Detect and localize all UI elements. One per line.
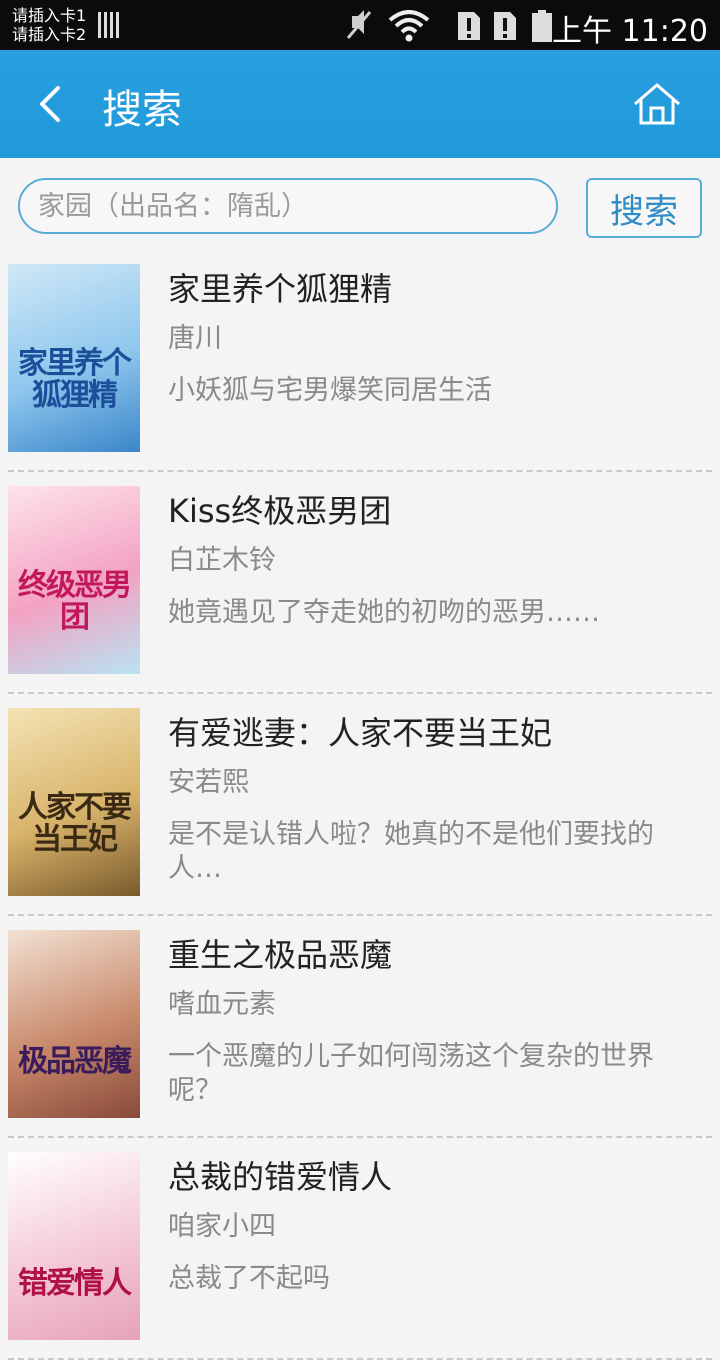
book-author: 嗜血元素 [168, 989, 276, 1020]
battery-icon [532, 10, 552, 42]
search-results-list: 家里养个狐狸精 家里养个狐狸精 唐川 小妖狐与宅男爆笑同居生活 终级恶男团 Ki… [0, 250, 720, 1360]
page-title: 搜索 [102, 87, 182, 133]
title-bar: 搜索 [0, 50, 720, 158]
book-list-item[interactable]: 终级恶男团 Kiss终极恶男团 白芷木铃 她竟遇见了夺走她的初吻的恶男…… [0, 472, 720, 694]
book-cover: 家里养个狐狸精 [8, 264, 140, 452]
book-title: 有爱逃妻：人家不要当王妃 [168, 714, 553, 752]
book-cover: 终级恶男团 [8, 486, 140, 674]
search-button[interactable]: 搜索 [586, 178, 702, 238]
search-input[interactable] [18, 178, 558, 234]
clock: 上午 11:20 [552, 14, 708, 49]
book-author: 白芷木铃 [168, 545, 276, 576]
book-title: 家里养个狐狸精 [168, 270, 393, 308]
book-title: 总裁的错爱情人 [168, 1158, 393, 1196]
signal-bars-icon [98, 12, 122, 38]
book-cover-title: 家里养个狐狸精 [18, 346, 132, 413]
home-icon[interactable] [632, 82, 682, 126]
book-cover-title: 错爱情人 [18, 1266, 132, 1301]
book-author: 安若熙 [168, 767, 249, 798]
sim1-label: 请插入卡1 [12, 6, 87, 25]
book-list-item[interactable]: 家里养个狐狸精 家里养个狐狸精 唐川 小妖狐与宅男爆笑同居生活 [0, 250, 720, 472]
book-description: 总裁了不起吗 [168, 1263, 330, 1294]
book-list-item[interactable]: 极品恶魔 重生之极品恶魔 嗜血元素 一个恶魔的儿子如何闯荡这个复杂的世界呢？ [0, 916, 720, 1138]
sim2-label: 请插入卡2 [12, 25, 87, 44]
book-description: 一个恶魔的儿子如何闯荡这个复杂的世界呢？ [168, 1041, 654, 1106]
book-title: Kiss终极恶男团 [168, 492, 392, 530]
book-cover: 极品恶魔 [8, 930, 140, 1118]
book-description: 是不是认错人啦？她真的不是他们要找的人… [168, 819, 654, 884]
book-list-item[interactable]: 错爱情人 总裁的错爱情人 咱家小四 总裁了不起吗 [0, 1138, 720, 1360]
wifi-icon [388, 10, 430, 42]
book-cover: 人家不要当王妃 [8, 708, 140, 896]
chevron-left-icon[interactable] [30, 80, 70, 128]
book-cover: 错爱情人 [8, 1152, 140, 1340]
mute-icon [346, 10, 372, 39]
book-author: 咱家小四 [168, 1211, 276, 1242]
book-cover-title: 极品恶魔 [18, 1044, 132, 1079]
book-cover-title: 终级恶男团 [18, 568, 132, 635]
sim-alert-icon [494, 12, 516, 40]
book-description: 小妖狐与宅男爆笑同居生活 [168, 375, 492, 406]
sim-alert-icon [458, 12, 480, 40]
status-bar: 请插入卡1 请插入卡2 上午 11:20 [0, 0, 720, 50]
book-author: 唐川 [168, 323, 222, 354]
book-title: 重生之极品恶魔 [168, 936, 393, 974]
book-description: 她竟遇见了夺走她的初吻的恶男…… [168, 597, 600, 628]
book-list-item[interactable]: 人家不要当王妃 有爱逃妻：人家不要当王妃 安若熙 是不是认错人啦？她真的不是他们… [0, 694, 720, 916]
sim-status: 请插入卡1 请插入卡2 [12, 6, 86, 44]
book-cover-title: 人家不要当王妃 [18, 790, 132, 857]
